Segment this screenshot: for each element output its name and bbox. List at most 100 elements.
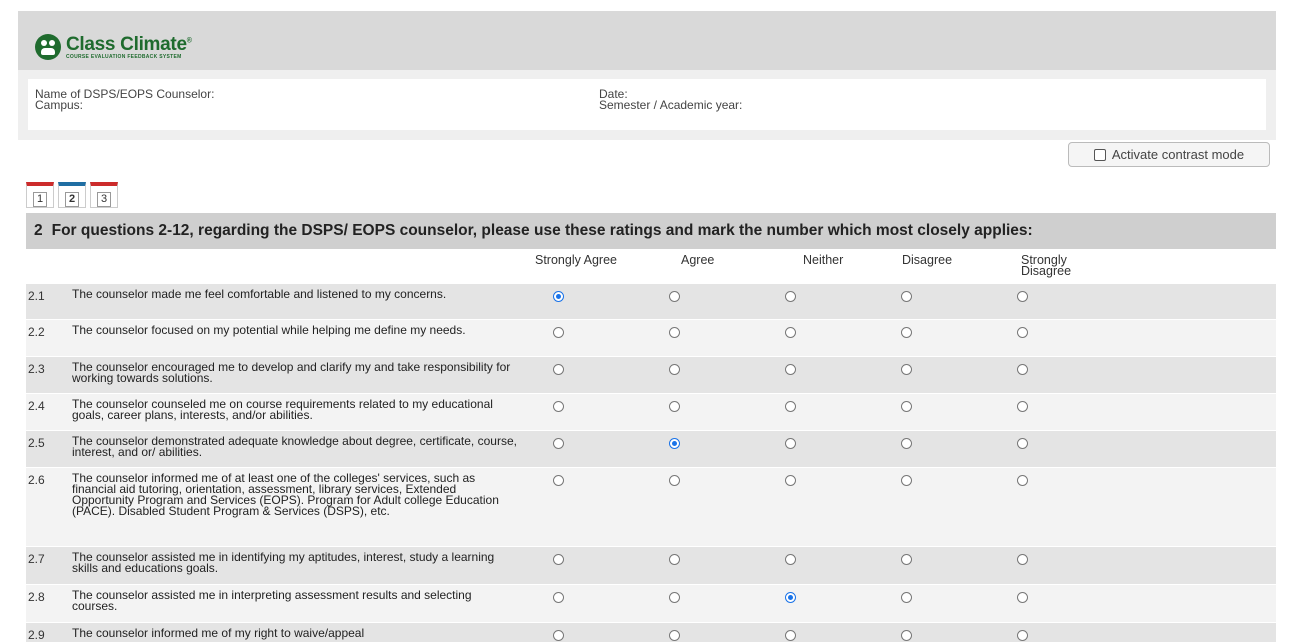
radio-disagree[interactable] (901, 401, 912, 412)
radio-disagree[interactable] (901, 364, 912, 375)
radio-agree[interactable] (669, 401, 680, 412)
question-text: The counselor demonstrated adequate know… (72, 434, 517, 459)
section-number: 2 (34, 222, 43, 239)
question-row: 2.4 The counselor counseled me on course … (26, 394, 1276, 431)
column-agree: Agree (681, 253, 715, 267)
question-row: 2.9 The counselor informed me of my right… (26, 623, 1276, 643)
page-tabs: 1 2 3 (26, 182, 118, 208)
section-heading: 2 For questions 2-12, regarding the DSPS… (26, 213, 1276, 249)
radio-strongly-disagree[interactable] (1017, 401, 1028, 412)
radio-disagree[interactable] (901, 554, 912, 565)
radio-agree[interactable] (669, 592, 680, 603)
people-icon (35, 34, 61, 60)
question-number: 2.9 (28, 628, 45, 642)
logo-subtitle: COURSE EVALUATION FEEDBACK SYSTEM (66, 53, 182, 60)
question-number: 2.3 (28, 362, 45, 376)
logo-title: Class Climate (66, 33, 187, 55)
rating-column-headers: Strongly Agree Agree Neither Disagree St… (0, 253, 1293, 283)
radio-strongly-disagree[interactable] (1017, 327, 1028, 338)
radio-neither[interactable] (785, 592, 796, 603)
radio-neither[interactable] (785, 438, 796, 449)
question-number: 2.2 (28, 325, 45, 339)
radio-agree[interactable] (669, 554, 680, 565)
tab-page-3[interactable]: 3 (90, 182, 118, 208)
section-title-text: For questions 2-12, regarding the DSPS/ … (51, 222, 1033, 239)
radio-disagree[interactable] (901, 327, 912, 338)
radio-agree[interactable] (669, 630, 680, 641)
question-row: 2.8 The counselor assisted me in interpre… (26, 585, 1276, 623)
contrast-mode-button[interactable]: Activate contrast mode (1068, 142, 1270, 167)
question-text: The counselor assisted me in interpretin… (72, 588, 472, 613)
radio-strongly-agree[interactable] (553, 438, 564, 449)
radio-disagree[interactable] (901, 630, 912, 641)
question-text: The counselor informed me of my right to… (72, 626, 365, 640)
semester-label: Semester / Academic year: (599, 98, 743, 112)
campus-label: Campus: (35, 98, 84, 112)
column-strongly-agree: Strongly Agree (535, 253, 617, 267)
column-disagree: Disagree (902, 253, 953, 267)
question-number: 2.5 (28, 436, 45, 450)
column-strongly-disagree: Strongly Disagree (1021, 253, 1072, 278)
radio-neither[interactable] (785, 291, 796, 302)
radio-strongly-agree[interactable] (553, 592, 564, 603)
radio-strongly-agree[interactable] (553, 475, 564, 486)
question-list: 2.1 The counselor made me feel comfortabl… (26, 284, 1276, 643)
radio-strongly-disagree[interactable] (1017, 364, 1028, 375)
radio-strongly-agree[interactable] (553, 364, 564, 375)
tab-page-1[interactable]: 1 (26, 182, 54, 208)
radio-disagree[interactable] (901, 592, 912, 603)
radio-strongly-agree[interactable] (553, 401, 564, 412)
question-text: The counselor encouraged me to develop a… (72, 360, 511, 385)
radio-strongly-disagree[interactable] (1017, 291, 1028, 302)
question-number: 2.1 (28, 289, 45, 303)
survey-page: Class Climate® COURSE EVALUATION FEEDBAC… (0, 0, 1293, 643)
radio-strongly-disagree[interactable] (1017, 592, 1028, 603)
header-bar: Class Climate® COURSE EVALUATION FEEDBAC… (18, 11, 1276, 70)
radio-strongly-disagree[interactable] (1017, 475, 1028, 486)
radio-agree[interactable] (669, 475, 680, 486)
question-text: The counselor assisted me in identifying… (72, 550, 495, 575)
checkbox-icon[interactable] (1093, 148, 1106, 161)
class-climate-logo: Class Climate® COURSE EVALUATION FEEDBAC… (35, 34, 192, 60)
question-text: The counselor focused on my potential wh… (72, 323, 466, 337)
question-row: 2.2 The counselor focused on my potential… (26, 320, 1276, 357)
radio-neither[interactable] (785, 554, 796, 565)
info-band: Name of DSPS/EOPS Counselor: Campus: Dat… (18, 70, 1276, 140)
question-row: 2.7 The counselor assisted me in identify… (26, 547, 1276, 585)
radio-agree[interactable] (669, 291, 680, 302)
question-text: The counselor made me feel comfortable a… (72, 287, 447, 301)
column-neither: Neither (803, 253, 844, 267)
radio-strongly-disagree[interactable] (1017, 438, 1028, 449)
question-number: 2.7 (28, 552, 45, 566)
question-number: 2.8 (28, 590, 45, 604)
contrast-mode-label: Activate contrast mode (1111, 147, 1245, 162)
question-text: The counselor counseled me on course req… (72, 397, 493, 422)
question-row: 2.5 The counselor demonstrated adequate k… (26, 431, 1276, 468)
radio-agree[interactable] (669, 364, 680, 375)
radio-neither[interactable] (785, 401, 796, 412)
radio-strongly-disagree[interactable] (1017, 554, 1028, 565)
radio-neither[interactable] (785, 475, 796, 486)
question-row: 2.6 The counselor informed me of at least… (26, 468, 1276, 547)
question-number: 2.4 (28, 399, 45, 413)
question-text: The counselor informed me of at least on… (72, 471, 499, 518)
logo-registered-mark: ® (186, 37, 192, 45)
question-number: 2.6 (28, 473, 45, 487)
info-box: Name of DSPS/EOPS Counselor: Campus: Dat… (28, 79, 1266, 130)
tab-page-2[interactable]: 2 (58, 182, 86, 208)
radio-neither[interactable] (785, 327, 796, 338)
question-row: 2.1 The counselor made me feel comfortabl… (26, 284, 1276, 320)
radio-neither[interactable] (785, 630, 796, 641)
radio-disagree[interactable] (901, 475, 912, 486)
radio-strongly-disagree[interactable] (1017, 630, 1028, 641)
radio-agree[interactable] (669, 327, 680, 338)
radio-strongly-agree[interactable] (553, 630, 564, 641)
radio-strongly-agree[interactable] (553, 554, 564, 565)
radio-disagree[interactable] (901, 438, 912, 449)
radio-agree[interactable] (669, 438, 680, 449)
radio-disagree[interactable] (901, 291, 912, 302)
radio-strongly-agree[interactable] (553, 327, 564, 338)
radio-strongly-agree[interactable] (553, 291, 564, 302)
radio-neither[interactable] (785, 364, 796, 375)
question-row: 2.3 The counselor encouraged me to develo… (26, 357, 1276, 394)
